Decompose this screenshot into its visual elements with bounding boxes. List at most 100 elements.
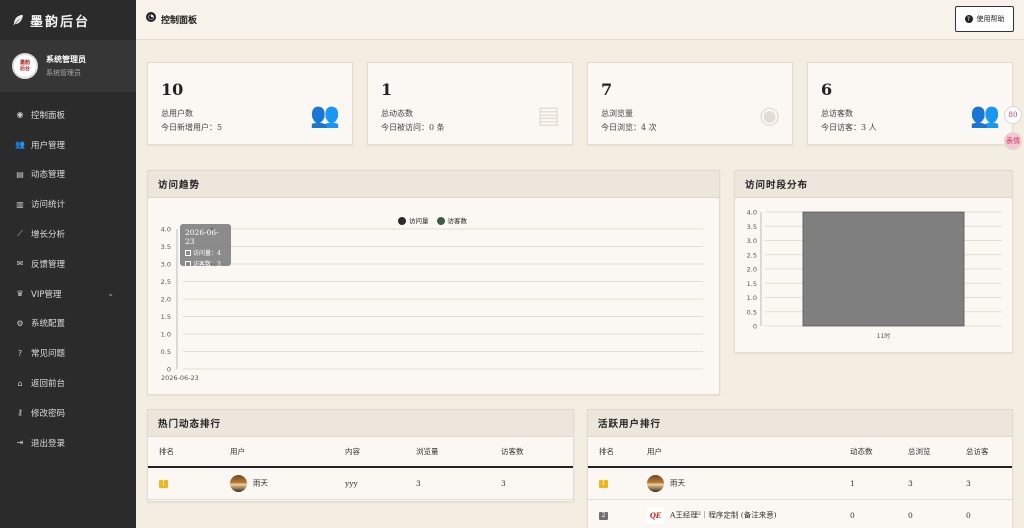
y-tick-label: 2.0 [161,296,171,304]
table-row[interactable]: 1 雨天 yyy 3 3 [148,467,573,500]
y-tick-label: 1.5 [161,313,171,321]
crown-icon: ♛ [16,289,24,299]
user-name[interactable]: 雨天 [253,478,268,487]
sidebar-item-9[interactable]: ⌂ 返回前台 [0,368,136,398]
column-header: 总浏览 [897,437,955,468]
stat-sub: 今日新增用户：5 [161,123,223,132]
bar [802,211,965,327]
sidebar-item-label: 增长分析 [31,230,66,241]
y-tick-label: 2.0 [747,266,757,274]
avatar [230,474,247,492]
sidebar-item-label: 系统配置 [31,319,66,330]
stat-label: 总用户数 [161,109,193,118]
sidebar-item-label: 返回前台 [31,379,66,390]
user-name[interactable]: 雨天 [670,478,685,487]
sidebar-item-10[interactable]: ⚷ 修改密码 [0,398,136,428]
visitors-cell: 0 [955,499,1012,528]
float-button-top[interactable]: 80 [1004,106,1022,124]
stat-value: 10 [161,80,184,99]
sidebar-item-8[interactable]: ? 常见问题 [0,338,136,368]
table-row[interactable]: 2 QE A王经理²｜程序定制 (备注来意) 0 0 0 [588,499,1012,528]
y-tick-label: 3.0 [747,237,757,245]
sidebar-item-label: 控制面板 [31,110,66,121]
hot-posts-table: 排名 用户 内容 浏览量 访客数 1 雨天 yyy 3 3 [148,437,573,500]
sidebar-item-1[interactable]: 👥 用户管理 [0,130,136,160]
y-tick-label: 2.5 [161,278,171,286]
tooltip-swatch [185,260,191,267]
stat-card-posts: 1 总动态数 今日被访问：0 条 ▤ [367,62,573,145]
column-header: 排名 [588,437,636,468]
help-button-label: 使用帮助 [976,15,1005,23]
avatar: QE [647,506,664,524]
user-profile[interactable]: 墨韵 后台 系统管理员 系统管理员 [0,40,136,92]
sidebar-item-0[interactable]: ◉ 控制面板 [0,100,136,130]
sidebar-item-7[interactable]: ⚙ 系统配置 [0,309,136,339]
x-tick-label: 2026-06-23 [161,374,199,382]
tooltip-visitors: 访客数：3 [193,261,221,268]
stat-card-users: 10 总用户数 今日新增用户：5 👥 [147,62,353,145]
post-content[interactable]: yyy [334,467,405,500]
active-users-table: 排名 用户 动态数 总浏览 总访客 1 雨天 1 3 3 2 QE A王经理²｜程… [588,437,1012,528]
y-tick-label: 0 [167,366,171,374]
avatar [647,474,664,492]
y-tick-label: 4.0 [747,209,757,217]
stat-label: 总动态数 [381,109,413,118]
sidebar-item-5[interactable]: ✉ 反馈管理 [0,249,136,279]
users-icon: 👥 [310,101,340,129]
question-icon: ? [964,15,973,23]
sidebar-item-label: 动态管理 [31,170,66,181]
hourly-chart: 0 0.5 1.0 1.5 2.0 2.5 3.0 3.5 4.0 11时 [747,209,1002,340]
float-button-emoji[interactable]: 表情 [1004,132,1022,150]
sidebar-item-2[interactable]: ▤ 动态管理 [0,160,136,190]
rank-badge: 2 [599,512,608,520]
app-logo[interactable]: 墨韵后台 [0,0,136,40]
help-button[interactable]: ? 使用帮助 [955,6,1014,32]
posts-cell: 0 [839,499,897,528]
document-icon: ▤ [537,101,560,129]
y-tick-label: 1.5 [747,280,757,288]
sidebar-item-11[interactable]: ⇥ 退出登录 [0,428,136,458]
table-row[interactable]: 1 雨天 1 3 3 [588,467,1012,500]
trend-panel: 访问趋势 访问量 访客数 0 0.5 1.0 1.5 2.0 2.5 3.0 3.5 4.0 20… [147,170,720,395]
active-users-panel: 活跃用户排行 排名 用户 动态数 总浏览 总访客 1 雨天 1 3 3 2 QE… [587,409,1013,528]
user-role: 系统管理员 [46,69,81,77]
user-name[interactable]: A王经理²｜程序定制 (备注来意) [670,510,777,519]
sidebar-item-3[interactable]: ▥ 访问统计 [0,189,136,219]
feather-icon [13,15,23,25]
y-tick-label: 2.5 [747,251,757,259]
y-tick-label: 3.0 [161,261,171,269]
tooltip-date: 2026-06-23 [185,228,219,246]
column-header: 动态数 [839,437,897,468]
rank-badge: 1 [159,480,168,489]
column-header: 用户 [636,437,839,468]
column-header: 访客数 [490,437,573,468]
stat-sub: 今日访客：3 人 [821,123,877,132]
sidebar-item-4[interactable]: ⟋ 增长分析 [0,219,136,249]
eye-icon: ◉ [759,101,780,129]
dashboard-icon: ◔ [146,11,156,22]
visitors-cell: 3 [955,467,1012,500]
column-header: 浏览量 [405,437,490,468]
stat-label: 总访客数 [821,109,853,118]
stat-value: 1 [381,80,393,99]
stat-label: 总浏览量 [601,109,633,118]
sidebar-item-label: VIP管理 [31,289,62,300]
user-name: 系统管理员 [46,55,86,64]
hot-posts-panel: 热门动态排行 排名 用户 内容 浏览量 访客数 1 雨天 yyy 3 3 [147,409,574,502]
column-header: 内容 [334,437,405,468]
chart-tooltip: 2026-06-23 访问量：4 访客数：3 [180,224,231,268]
chevron-down-icon[interactable]: ⌄ [107,289,114,298]
tooltip-swatch [185,249,191,256]
line-chart-icon: ⟋ [17,229,23,239]
y-tick-label: 1.0 [161,331,171,339]
rank-badge: 1 [599,480,608,489]
page-title: ◔ 控制面板 [146,11,197,26]
tooltip-views: 访问量：4 [193,250,221,257]
bar-chart-icon: ▥ [16,199,24,209]
trend-chart: 0 0.5 1.0 1.5 2.0 2.5 3.0 3.5 4.0 2026-06-23 [161,226,703,382]
sidebar-item-label: 修改密码 [31,408,66,419]
sidebar-item-label: 退出登录 [31,438,66,449]
y-tick-label: 3.5 [161,243,171,251]
column-header: 用户 [219,437,334,468]
sidebar-item-6[interactable]: ♛ VIP管理 ⌄ [0,279,136,309]
